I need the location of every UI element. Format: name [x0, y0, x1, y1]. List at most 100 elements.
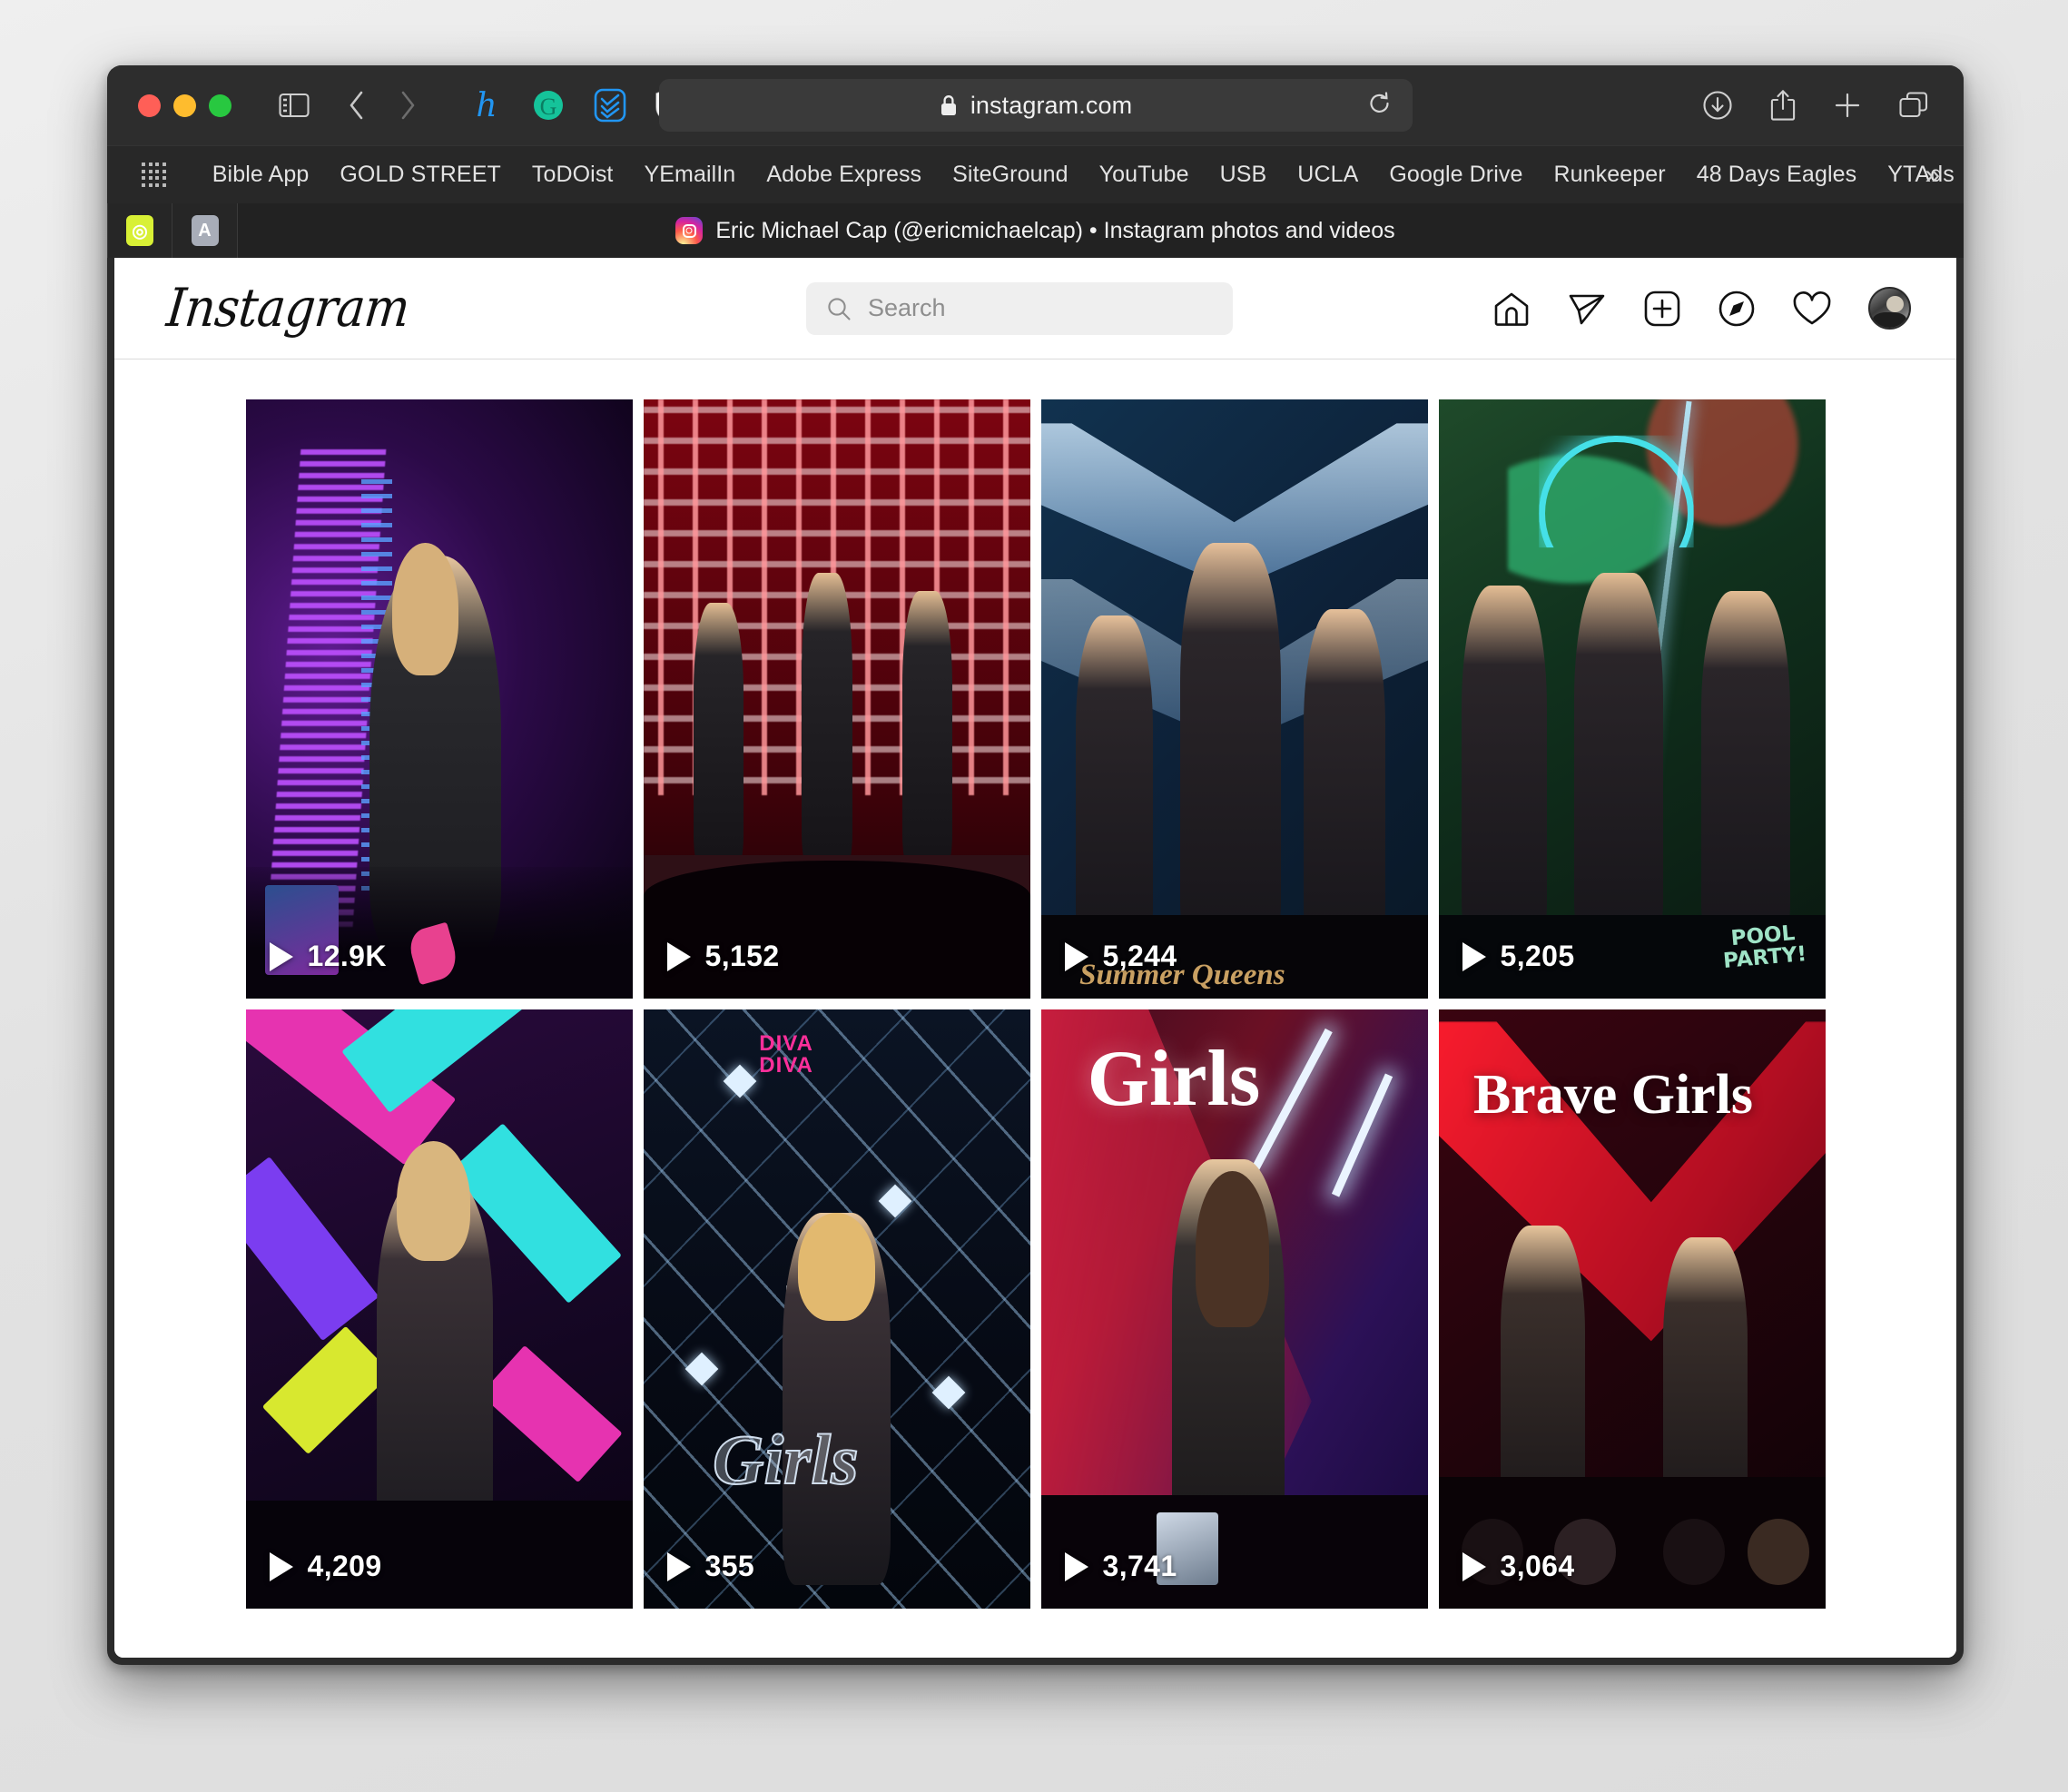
svg-text:h: h: [476, 87, 497, 124]
grid-item-4-views: 5,205: [1462, 940, 1575, 973]
svg-text:G: G: [540, 94, 557, 120]
grid-item-3-views: 5,244: [1064, 940, 1177, 973]
tab-pinned-1-favicon-icon: ◎: [126, 215, 153, 246]
active-tab[interactable]: Eric Michael Cap (@ericmichaelcap) • Ins…: [107, 203, 1964, 258]
reload-icon[interactable]: [1367, 92, 1393, 119]
instagram-header: Instagram Search: [114, 258, 1956, 359]
back-arrow-icon[interactable]: [348, 90, 366, 121]
grid-item-2[interactable]: 5,152: [643, 399, 1030, 999]
bookmark-48-days-eagles[interactable]: 48 Days Eagles: [1681, 158, 1873, 192]
grid-item-4-thumbnail: POOL PARTY!: [1438, 399, 1826, 999]
grid-item-5-view-count: 4,209: [307, 1550, 382, 1582]
lock-icon: [940, 94, 956, 115]
browser-toolbar: h G instagram.com: [107, 65, 1964, 145]
bookmark-todoist[interactable]: ToDOist: [517, 158, 629, 192]
tab-pinned-2[interactable]: A: [172, 203, 238, 258]
play-icon: [269, 941, 293, 971]
grid-item-5-thumbnail: [245, 1009, 633, 1609]
grammarly-extension-icon[interactable]: G: [531, 88, 566, 123]
bookmark-usb[interactable]: USB: [1205, 158, 1283, 192]
bookmark-adobe-express[interactable]: Adobe Express: [751, 158, 937, 192]
grid-item-8-views: 3,064: [1462, 1550, 1575, 1583]
bookmark-gold-street[interactable]: GOLD STREET: [324, 158, 517, 192]
play-icon: [1064, 941, 1088, 971]
grid-item-1-views: 12.9K: [269, 940, 387, 973]
downloads-icon[interactable]: [1702, 90, 1733, 121]
profile-media-grid: 12.9K 5,152 Summer Queens 5,244 POOL PAR…: [114, 359, 1956, 1658]
grid-item-7[interactable]: Girls 3,741: [1040, 1009, 1428, 1609]
grid-item-3-view-count: 5,244: [1102, 940, 1177, 972]
grid-item-6-view-count: 355: [704, 1550, 755, 1582]
grid-item-2-thumbnail: [643, 399, 1030, 999]
tab-pinned-2-favicon-icon: A: [191, 215, 219, 246]
todoist-extension-icon[interactable]: [593, 87, 627, 123]
grid-item-2-view-count: 5,152: [704, 940, 780, 972]
url-text: instagram.com: [970, 91, 1133, 119]
bookmark-yemailin[interactable]: YEmailIn: [628, 158, 751, 192]
grid-item-8-thumbnail: Brave Girls: [1438, 1009, 1826, 1609]
play-icon: [1462, 1551, 1486, 1581]
bookmark-google-drive[interactable]: Google Drive: [1374, 158, 1538, 192]
grid-item-1-view-count: 12.9K: [307, 940, 387, 972]
grid-item-1[interactable]: 12.9K: [245, 399, 633, 999]
explore-icon[interactable]: [1718, 290, 1756, 328]
home-icon[interactable]: [1492, 290, 1531, 328]
grid-item-7-view-count: 3,741: [1102, 1550, 1177, 1582]
close-window-button[interactable]: [138, 94, 161, 117]
grid-item-1-thumbnail: [245, 399, 633, 999]
bookmark-bible-app[interactable]: Bible App: [197, 158, 325, 192]
grid-item-5[interactable]: 4,209: [245, 1009, 633, 1609]
grid-item-5-views: 4,209: [269, 1550, 382, 1583]
bookmark-youtube[interactable]: YouTube: [1084, 158, 1205, 192]
grid-item-2-views: 5,152: [666, 940, 780, 973]
grid-item-3[interactable]: Summer Queens 5,244: [1040, 399, 1428, 999]
grid-item-4-view-count: 5,205: [1500, 940, 1575, 972]
forward-arrow-icon[interactable]: [399, 90, 417, 121]
grid-item-8[interactable]: Brave Girls 3,064: [1438, 1009, 1826, 1609]
bookmark-siteground[interactable]: SiteGround: [937, 158, 1083, 192]
minimize-window-button[interactable]: [173, 94, 196, 117]
play-icon: [1462, 941, 1486, 971]
grid-item-6-views: 355: [666, 1550, 755, 1583]
search-icon: [828, 297, 851, 320]
messenger-icon[interactable]: [1567, 290, 1607, 328]
bookmark-ytads[interactable]: YTAds: [1872, 158, 1964, 192]
profile-avatar[interactable]: [1868, 287, 1911, 330]
instagram-logo[interactable]: Instagram: [163, 278, 412, 339]
activity-heart-icon[interactable]: [1792, 290, 1832, 327]
sidebar-toggle-icon[interactable]: [279, 93, 310, 118]
grid-item-6-thumbnail: DIVA DIVA Girls: [643, 1009, 1030, 1609]
address-bar[interactable]: instagram.com: [658, 79, 1413, 132]
grid-item-6[interactable]: DIVA DIVA Girls 355: [643, 1009, 1030, 1609]
play-icon: [269, 1551, 293, 1581]
safari-browser-window: h G instagram.com Bible App GOLD STREET …: [107, 65, 1964, 1665]
page-content: Instagram Search 12.9K 5,152 Summer Quee…: [114, 258, 1956, 1658]
grid-item-4[interactable]: POOL PARTY! 5,205: [1438, 399, 1826, 999]
new-post-icon[interactable]: [1643, 290, 1681, 328]
bookmark-ucla[interactable]: UCLA: [1282, 158, 1374, 192]
play-icon: [1064, 1551, 1088, 1581]
bookmarks-bar: Bible App GOLD STREET ToDOist YEmailIn A…: [107, 145, 1964, 203]
search-placeholder: Search: [868, 294, 946, 321]
browser-extensions: h G: [469, 86, 682, 124]
search-input[interactable]: Search: [806, 281, 1233, 335]
active-tab-title-text: Eric Michael Cap (@ericmichaelcap) • Ins…: [715, 217, 1395, 243]
tab-bar: ◎ A Eric Michael Cap (@ericmichaelcap) •…: [107, 203, 1964, 258]
grid-item-3-thumbnail: Summer Queens: [1040, 399, 1428, 999]
grid-item-8-view-count: 3,064: [1500, 1550, 1575, 1582]
share-icon[interactable]: [1769, 89, 1797, 122]
instagram-favicon-icon: [675, 217, 704, 244]
new-tab-icon[interactable]: [1833, 91, 1862, 120]
grid-item-7-views: 3,741: [1064, 1550, 1177, 1583]
tab-pinned-1[interactable]: ◎: [107, 203, 172, 258]
tab-overview-icon[interactable]: [1898, 91, 1929, 120]
play-icon: [666, 941, 691, 971]
window-traffic-lights: [138, 94, 231, 117]
bookmarks-overflow-chevron-icon[interactable]: »: [1925, 161, 1942, 189]
instagram-nav: [1492, 287, 1911, 330]
apps-grid-icon[interactable]: [142, 162, 166, 187]
toolbar-right-tools: [1702, 89, 1929, 122]
honey-extension-icon[interactable]: h: [469, 86, 504, 124]
maximize-window-button[interactable]: [209, 94, 231, 117]
bookmark-runkeeper[interactable]: Runkeeper: [1539, 158, 1681, 192]
